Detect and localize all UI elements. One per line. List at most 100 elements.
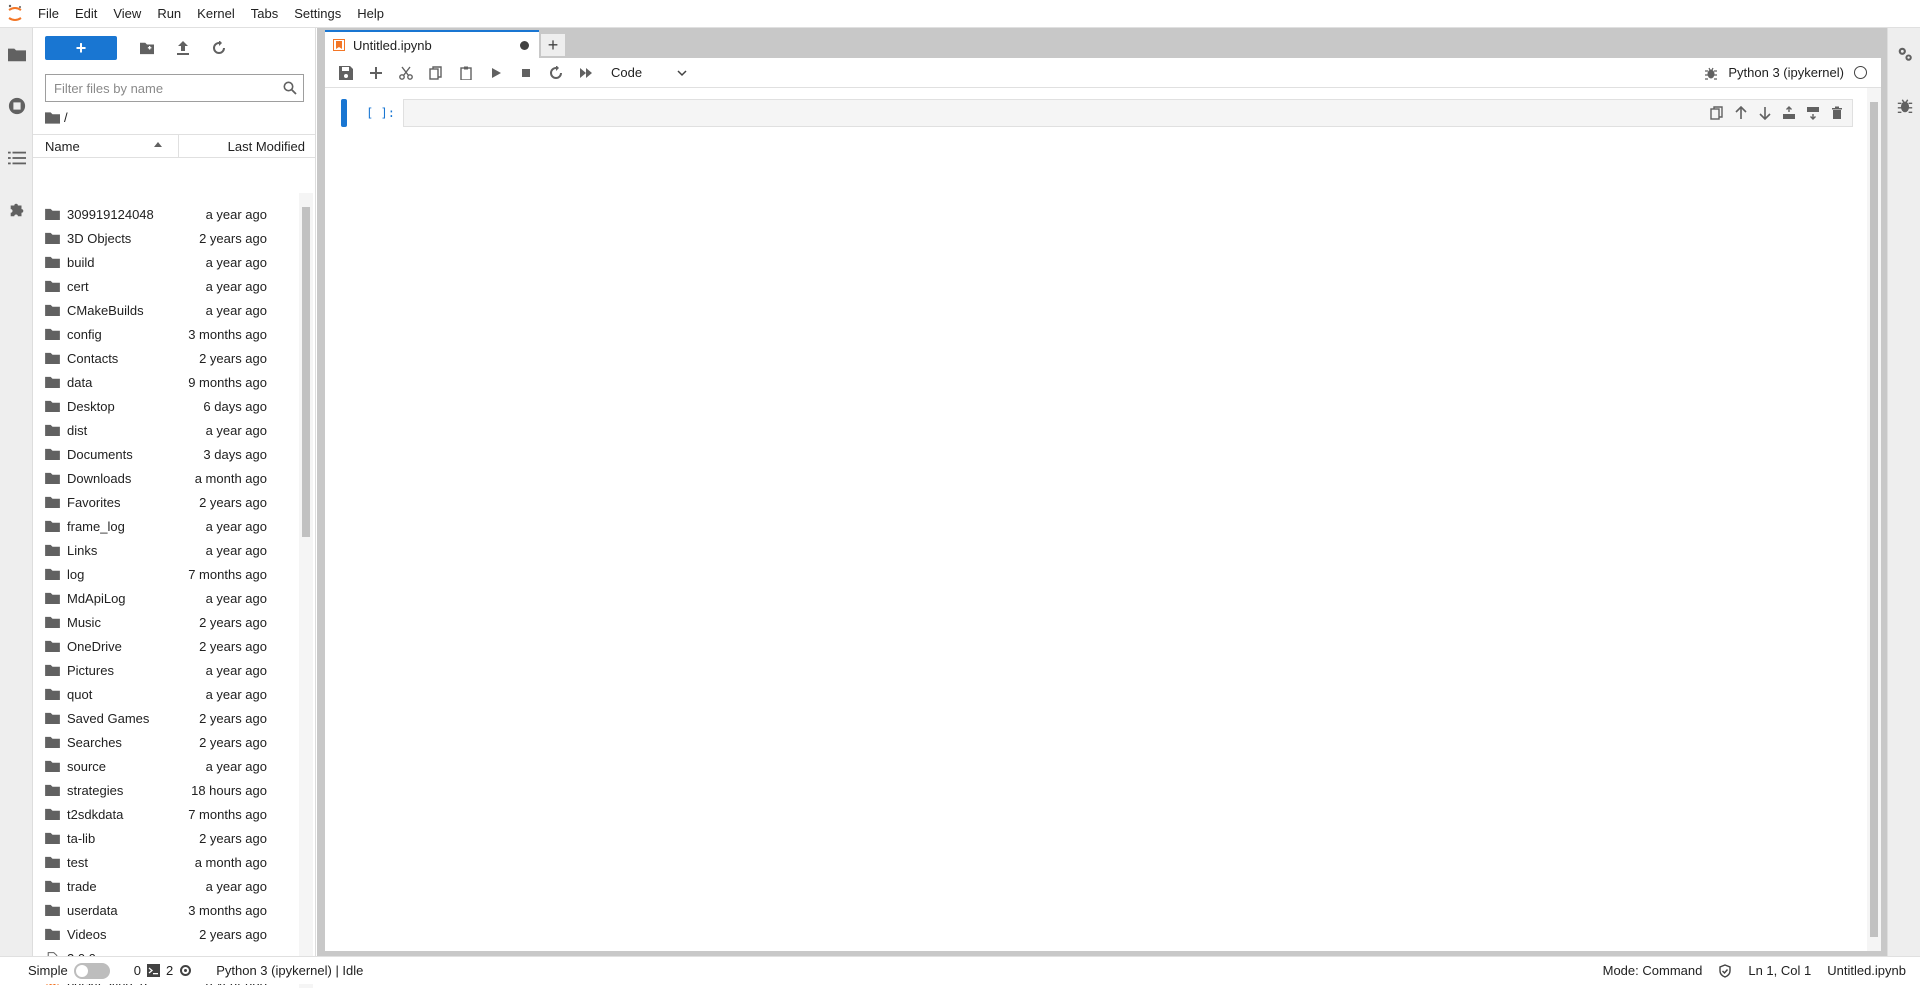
insert-above-icon[interactable] [1782,106,1796,120]
file-list-item[interactable]: ta-lib 2 years ago [33,826,303,850]
file-list-item[interactable]: CMakeBuilds a year ago [33,298,303,322]
file-list-scrollbar[interactable] [299,193,313,988]
breadcrumb-root[interactable]: / [64,110,68,125]
terminal-icon [146,964,160,977]
simple-mode-toggle[interactable] [73,962,110,979]
restart-kernel-button[interactable] [541,61,571,85]
move-down-icon[interactable] [1758,106,1772,120]
menu-edit[interactable]: Edit [67,0,105,28]
file-filter-input[interactable] [46,80,283,96]
upload-button[interactable] [167,36,199,60]
property-inspector-icon[interactable] [1888,28,1920,80]
file-list-item[interactable]: build a year ago [33,250,303,274]
file-list-item[interactable]: Music 2 years ago [33,610,303,634]
file-list-item[interactable]: config 3 months ago [33,322,303,346]
file-list-item[interactable]: MdApiLog a year ago [33,586,303,610]
file-list-item[interactable]: Favorites 2 years ago [33,490,303,514]
file-list-item[interactable]: Downloads a month ago [33,466,303,490]
menu-file[interactable]: File [30,0,67,28]
code-cell[interactable]: [ ]: [341,98,1853,128]
cell-type-dropdown[interactable]: Code [611,65,687,80]
new-folder-button[interactable] [131,36,163,60]
file-list-item[interactable]: source a year ago [33,754,303,778]
file-list-item[interactable]: Pictures a year ago [33,658,303,682]
file-list-item[interactable]: strategies 18 hours ago [33,778,303,802]
paste-button[interactable] [451,61,481,85]
file-list-item[interactable]: 309919124048 a year ago [33,202,303,226]
tab-untitled-notebook[interactable]: Untitled.ipynb [325,30,539,58]
trust-status[interactable] [1710,963,1740,978]
file-name: test [67,854,88,870]
file-list-item[interactable]: userdata 3 months ago [33,898,303,922]
file-list-item[interactable]: Links a year ago [33,538,303,562]
table-of-contents-icon[interactable] [0,132,33,184]
menu-help[interactable]: Help [349,0,392,28]
notebook-mode: Mode: Command [1602,963,1703,978]
home-folder-icon[interactable] [45,111,60,124]
debugger-icon[interactable] [1704,66,1718,80]
cursor-position[interactable]: Ln 1, Col 1 [1740,963,1819,978]
scrollbar-thumb[interactable] [302,207,310,537]
file-list-item[interactable]: Searches 2 years ago [33,730,303,754]
file-modified: a year ago [205,686,267,702]
file-modified: 7 months ago [188,806,267,822]
file-list-item[interactable]: trade a year ago [33,874,303,898]
file-list-item[interactable]: Documents 3 days ago [33,442,303,466]
file-list-item[interactable]: Contacts 2 years ago [33,346,303,370]
menu-kernel[interactable]: Kernel [189,0,243,28]
jupyter-logo-icon [0,0,30,28]
file-list-item[interactable]: log 7 months ago [33,562,303,586]
cell-input-editor[interactable] [403,99,1853,127]
menu-run[interactable]: Run [149,0,189,28]
extension-manager-icon[interactable] [0,184,33,236]
refresh-button[interactable] [203,36,235,60]
new-launcher-button[interactable]: + [45,36,117,60]
file-list-item[interactable]: data 9 months ago [33,370,303,394]
file-list-item[interactable]: t2sdkdata 7 months ago [33,802,303,826]
insert-cell-button[interactable] [361,61,391,85]
save-button[interactable] [331,61,361,85]
unsaved-indicator-icon[interactable] [520,40,529,50]
cut-button[interactable] [391,61,421,85]
notebook-toolbar: Code Python 3 (ipykernel) [325,58,1881,88]
file-list-item[interactable]: cert a year ago [33,274,303,298]
copy-button[interactable] [421,61,451,85]
run-cell-button[interactable] [481,61,511,85]
running-terminals[interactable]: 0 2 [118,963,200,978]
file-modified: 3 days ago [203,446,267,462]
file-list-header: Name Last Modified [33,134,315,158]
notebook-scrollbar[interactable] [1867,88,1881,951]
kernel-name[interactable]: Python 3 (ipykernel) [1728,65,1844,80]
kernel-status[interactable]: Python 3 (ipykernel) | Idle [200,963,371,978]
file-browser-icon[interactable] [0,28,33,80]
file-list-item[interactable]: OneDrive 2 years ago [33,634,303,658]
running-sessions-icon[interactable] [0,80,33,132]
interrupt-kernel-button[interactable] [511,61,541,85]
debugger-panel-icon[interactable] [1888,80,1920,132]
file-list-item[interactable]: 3D Objects 2 years ago [33,226,303,250]
file-list-item[interactable]: frame_log a year ago [33,514,303,538]
file-list-item[interactable]: quot a year ago [33,682,303,706]
folder-icon [45,207,61,221]
insert-below-icon[interactable] [1806,106,1820,120]
column-name-header[interactable]: Name [33,135,179,157]
file-list-item[interactable]: test a month ago [33,850,303,874]
new-tab-button[interactable]: + [541,34,565,56]
file-list-item[interactable]: Desktop 6 days ago [33,394,303,418]
shield-icon [1719,963,1732,978]
column-modified-header[interactable]: Last Modified [179,135,315,157]
menu-settings[interactable]: Settings [286,0,349,28]
menu-tabs[interactable]: Tabs [243,0,286,28]
file-name: config [67,326,102,342]
file-list-item[interactable]: Videos 2 years ago [33,922,303,946]
move-up-icon[interactable] [1734,106,1748,120]
delete-cell-icon[interactable] [1830,106,1844,120]
scrollbar-thumb[interactable] [1870,102,1878,937]
restart-run-all-button[interactable] [571,61,601,85]
menu-view[interactable]: View [105,0,149,28]
file-list-item[interactable]: dist a year ago [33,418,303,442]
folder-icon [45,423,61,437]
duplicate-cell-icon[interactable] [1710,106,1724,120]
file-list-item[interactable]: Saved Games 2 years ago [33,706,303,730]
file-modified: 3 months ago [188,326,267,342]
